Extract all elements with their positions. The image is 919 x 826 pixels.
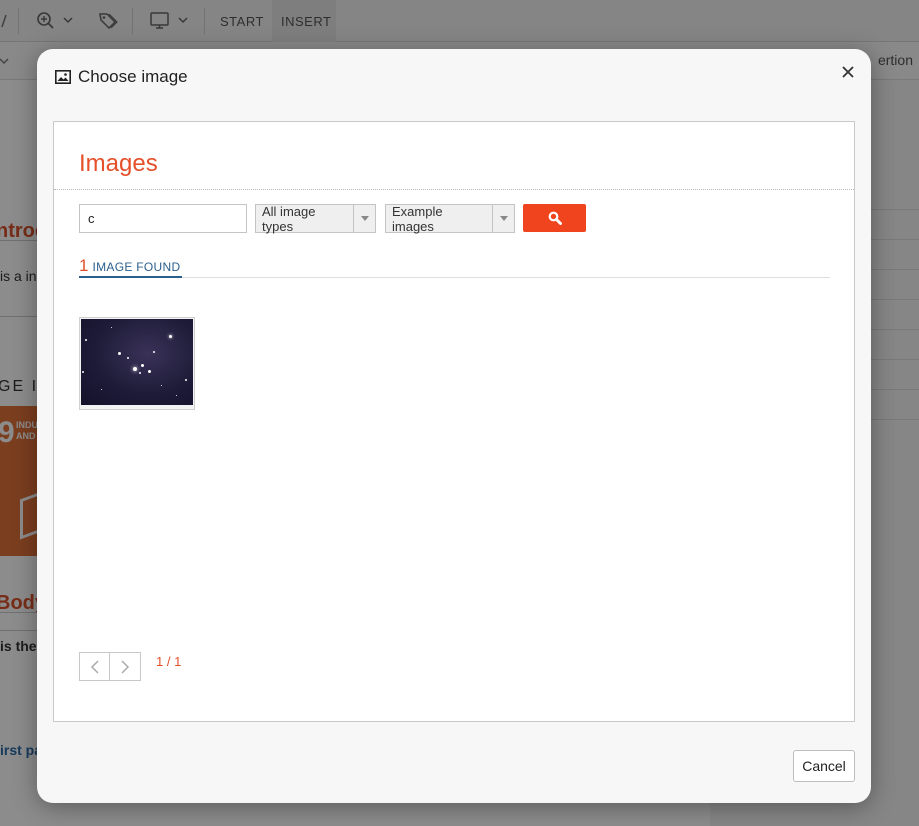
close-icon: [842, 66, 854, 78]
starfield-image: [81, 319, 193, 405]
dropdown-arrow-icon: [353, 205, 375, 232]
results-label: IMAGE FOUND: [92, 260, 181, 274]
search-button[interactable]: [523, 204, 586, 232]
close-button[interactable]: [837, 61, 859, 83]
images-panel: Images All image types Example images 1 …: [53, 121, 855, 722]
results-rule: [79, 277, 830, 278]
page-info: 1 / 1: [156, 654, 182, 669]
search-input[interactable]: [79, 204, 247, 233]
cancel-button[interactable]: Cancel: [793, 750, 855, 782]
image-icon: [55, 70, 71, 84]
panel-title: Images: [79, 150, 158, 177]
dialog-header: Choose image: [55, 67, 188, 87]
choose-image-dialog: Choose image Images All image types Exam…: [37, 49, 871, 803]
source-value: Example images: [392, 203, 443, 234]
image-thumbnail[interactable]: [79, 317, 195, 410]
prev-page-button[interactable]: [79, 652, 110, 681]
source-select[interactable]: Example images: [385, 203, 515, 234]
results-underline: [79, 276, 182, 278]
next-page-button[interactable]: [110, 652, 141, 681]
dotted-divider: [54, 189, 854, 190]
pagination: [79, 652, 141, 681]
chevron-left-icon: [90, 659, 99, 674]
search-icon: [548, 211, 562, 225]
chevron-right-icon: [121, 659, 130, 674]
results-number: 1: [79, 256, 89, 275]
results-count: 1 IMAGE FOUND: [79, 256, 180, 276]
dropdown-arrow-icon: [492, 205, 514, 232]
dialog-title: Choose image: [78, 67, 188, 86]
image-type-value: All image types: [262, 203, 316, 234]
image-type-select[interactable]: All image types: [255, 203, 376, 234]
